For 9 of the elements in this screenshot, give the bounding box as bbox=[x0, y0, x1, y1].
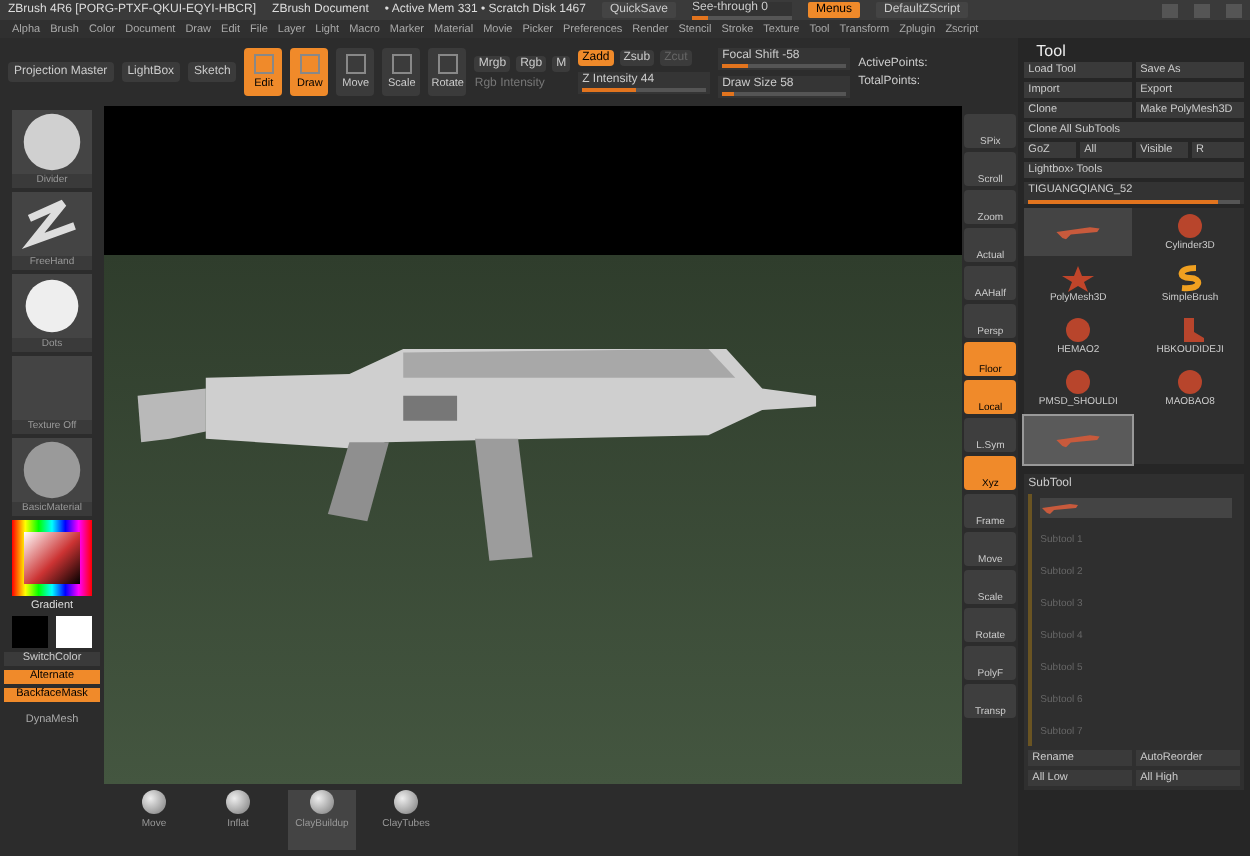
viewport-canvas[interactable] bbox=[104, 106, 963, 784]
subtool-item[interactable] bbox=[1040, 498, 1232, 518]
secondary-color-swatch[interactable] bbox=[56, 616, 92, 648]
tool-panel-title: Tool bbox=[1034, 41, 1066, 59]
tool-thumbnail[interactable] bbox=[1024, 416, 1133, 464]
color-picker[interactable] bbox=[12, 520, 92, 596]
tool-thumbnail[interactable] bbox=[1024, 208, 1133, 256]
main-color-swatch[interactable] bbox=[12, 616, 48, 648]
gun-thumbnail-icon bbox=[1040, 500, 1081, 516]
